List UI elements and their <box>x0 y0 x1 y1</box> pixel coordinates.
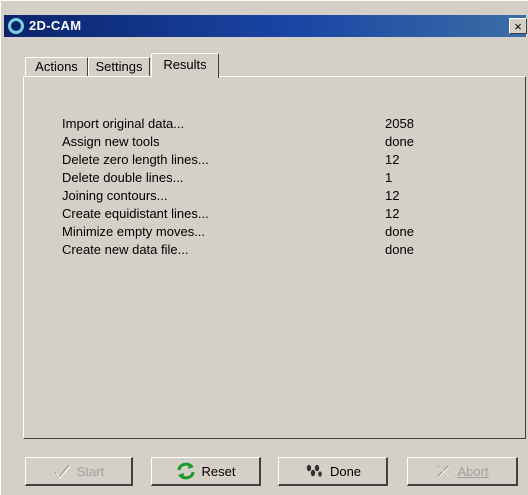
abort-label: Abort <box>457 463 489 479</box>
done-label: Done <box>329 463 362 479</box>
result-value: done <box>385 224 414 239</box>
tab-actions[interactable]: Actions <box>25 57 88 77</box>
results-panel: Import original data... 2058 Assign new … <box>23 76 526 439</box>
app-icon <box>8 18 24 34</box>
result-label: Create new data file... <box>62 242 189 257</box>
start-label: Start <box>76 463 105 479</box>
close-button[interactable]: × <box>509 18 527 34</box>
result-label: Create equidistant lines... <box>62 206 209 221</box>
result-value: done <box>385 242 414 257</box>
cross-icon <box>435 463 451 479</box>
reset-label: Reset <box>201 463 236 479</box>
result-label: Assign new tools <box>62 134 160 149</box>
window-title: 2D-CAM <box>29 18 82 33</box>
footsteps-icon <box>304 463 324 479</box>
check-icon <box>53 463 71 479</box>
tab-settings[interactable]: Settings <box>88 57 150 77</box>
title-bar[interactable]: 2D-CAM × <box>4 15 527 37</box>
result-label: Joining contours... <box>62 188 168 203</box>
abort-button[interactable]: Abort <box>407 457 518 486</box>
result-label: Delete zero length lines... <box>62 152 209 167</box>
refresh-icon <box>176 462 196 480</box>
result-label: Import original data... <box>62 116 185 131</box>
result-label: Delete double lines... <box>62 170 184 185</box>
result-value: 2058 <box>385 116 414 131</box>
result-value: 12 <box>385 188 400 203</box>
start-button[interactable]: Start <box>25 457 133 486</box>
reset-button[interactable]: Reset <box>151 457 261 486</box>
done-button[interactable]: Done <box>278 457 388 486</box>
result-value: 12 <box>385 152 400 167</box>
tab-results[interactable]: Results <box>151 53 219 78</box>
result-value: 12 <box>385 206 400 221</box>
result-value: done <box>385 134 414 149</box>
main-window: 2D-CAM × Actions Settings Results Import… <box>0 0 528 495</box>
result-label: Minimize empty moves... <box>62 224 206 239</box>
result-value: 1 <box>385 170 393 185</box>
